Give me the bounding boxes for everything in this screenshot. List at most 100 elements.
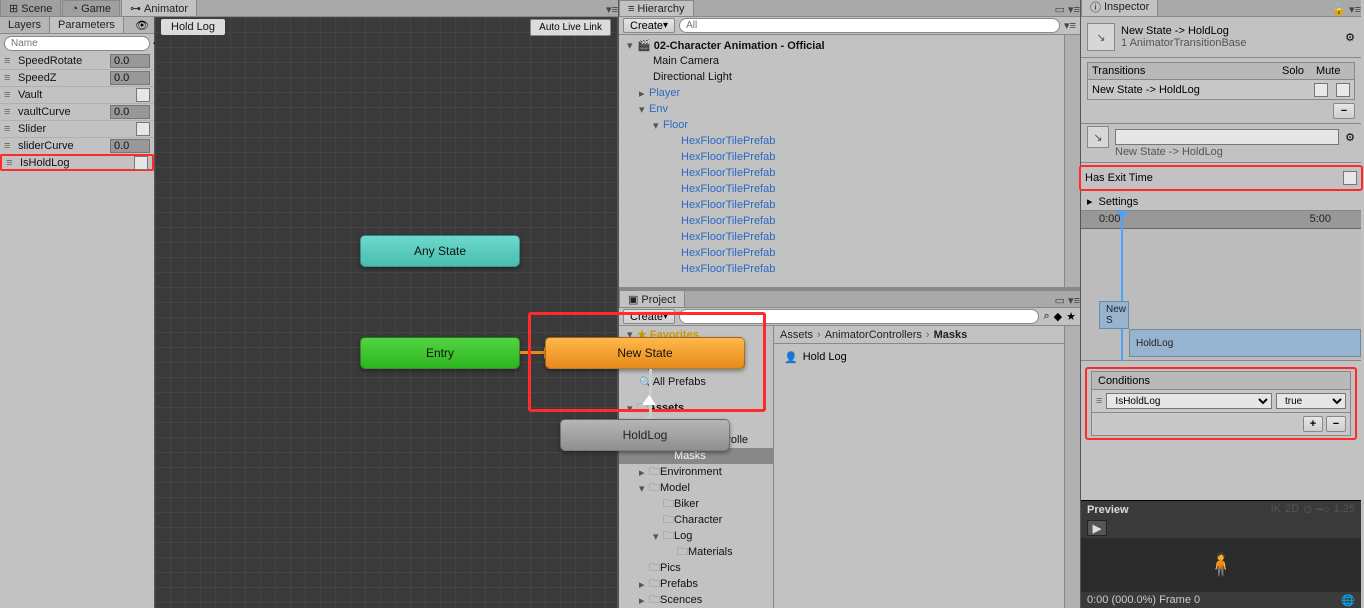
project-content[interactable]: 👤 Hold Log xyxy=(774,344,1064,608)
hierarchy-item[interactable]: Main Camera xyxy=(619,53,1064,69)
param-row-speedrotate[interactable]: ≡ SpeedRotate 0.0 xyxy=(0,53,154,70)
grip-icon[interactable]: ≡ xyxy=(4,106,16,118)
hierarchy-search-input[interactable] xyxy=(679,18,1060,33)
has-exit-time-checkbox[interactable] xyxy=(1343,171,1357,185)
preview-viewport[interactable]: 🧍 xyxy=(1081,538,1361,592)
transition-name-input[interactable] xyxy=(1115,129,1339,145)
project-folder[interactable]: 🗀 Biker xyxy=(619,496,773,512)
param-value-input[interactable]: 0.0 xyxy=(110,139,150,153)
project-folder[interactable]: ▸🗀 Environment xyxy=(619,464,773,480)
param-row-speedz[interactable]: ≡ SpeedZ 0.0 xyxy=(0,70,154,87)
param-value-input[interactable]: 0.0 xyxy=(110,54,150,68)
param-value-input[interactable]: 0.0 xyxy=(110,105,150,119)
2d-icon[interactable]: 2D xyxy=(1285,503,1299,516)
hierarchy-prefab[interactable]: HexFloorTilePrefab xyxy=(619,245,1064,261)
project-folder[interactable]: ▸🗀 Prefabs xyxy=(619,576,773,592)
maximize-icon[interactable]: ▭ xyxy=(1055,294,1065,307)
param-checkbox[interactable] xyxy=(136,122,150,136)
scene-root[interactable]: ▾🎬 02-Character Animation - Official xyxy=(619,37,1064,53)
param-value-input[interactable]: 0.0 xyxy=(110,71,150,85)
eye-icon[interactable]: 👁 xyxy=(130,17,154,33)
node-any-state[interactable]: Any State xyxy=(360,235,520,267)
transition-newstate-holdlog[interactable] xyxy=(649,369,652,419)
project-scrollbar[interactable] xyxy=(1064,326,1080,608)
tab-project[interactable]: ▣Project xyxy=(619,290,685,307)
grip-icon[interactable]: ≡ xyxy=(4,89,16,101)
tab-animator[interactable]: ⊶Animator xyxy=(121,0,197,16)
transition-timeline[interactable]: 0:00 5:00 New S HoldLog xyxy=(1081,211,1361,361)
speed-slider[interactable]: ━○ xyxy=(1316,503,1329,516)
hierarchy-item[interactable]: Directional Light xyxy=(619,69,1064,85)
param-checkbox[interactable] xyxy=(136,88,150,102)
hierarchy-prefab[interactable]: HexFloorTilePrefab xyxy=(619,133,1064,149)
node-new-state[interactable]: New State xyxy=(545,337,745,369)
tab-hierarchy[interactable]: ≡Hierarchy xyxy=(619,0,694,16)
mute-checkbox[interactable] xyxy=(1336,83,1350,97)
grip-icon[interactable]: ≡ xyxy=(1096,395,1102,407)
globe-icon[interactable]: 🌐 xyxy=(1341,594,1355,607)
project-folder[interactable]: 🗀 Pics xyxy=(619,560,773,576)
param-row-isholdlog[interactable]: ≡ IsHoldLog xyxy=(0,154,154,171)
hierarchy-create-button[interactable]: Create ▾ xyxy=(623,18,675,33)
subtab-layers[interactable]: Layers xyxy=(0,17,50,33)
hierarchy-prefab[interactable]: HexFloorTilePrefab xyxy=(619,165,1064,181)
hierarchy-scrollbar[interactable] xyxy=(1064,35,1080,287)
param-row-slider[interactable]: ≡ Slider xyxy=(0,121,154,138)
timeline-playhead[interactable] xyxy=(1121,211,1123,361)
solo-checkbox[interactable] xyxy=(1314,83,1328,97)
ik-icon[interactable]: IK xyxy=(1271,503,1281,516)
subtab-parameters[interactable]: Parameters xyxy=(50,17,124,33)
tab-inspector[interactable]: ⓘInspector xyxy=(1081,0,1158,16)
animator-graph[interactable]: Hold Log Auto Live Link Any State Entry … xyxy=(155,17,617,608)
project-breadcrumb[interactable]: Assets› AnimatorControllers› Masks xyxy=(774,326,1064,344)
node-entry[interactable]: Entry xyxy=(360,337,520,369)
pane-menu-icon[interactable]: ▾≡ xyxy=(1349,3,1361,16)
transition-row[interactable]: New State -> HoldLog xyxy=(1087,80,1355,100)
condition-param-select[interactable]: IsHoldLog xyxy=(1106,393,1272,409)
tab-scene[interactable]: ⊞Scene xyxy=(0,0,61,16)
grip-icon[interactable]: ≡ xyxy=(4,55,16,67)
grip-icon[interactable]: ≡ xyxy=(6,157,18,169)
filter-label-icon[interactable]: ★ xyxy=(1066,310,1076,323)
remove-transition-button[interactable]: − xyxy=(1333,103,1355,119)
remove-condition-button[interactable]: − xyxy=(1326,416,1346,432)
hierarchy-prefab[interactable]: HexFloorTilePrefab xyxy=(619,149,1064,165)
pane-menu-icon[interactable]: ▾≡ xyxy=(606,3,618,16)
hierarchy-prefab[interactable]: HexFloorTilePrefab xyxy=(619,261,1064,277)
hierarchy-prefab[interactable]: HexFloorTilePrefab xyxy=(619,181,1064,197)
grip-icon[interactable]: ≡ xyxy=(4,140,16,152)
pane-menu-icon[interactable]: ▾≡ xyxy=(1068,294,1080,307)
gear-icon[interactable]: ⚙ xyxy=(1345,131,1355,144)
filter-icon[interactable]: ⌕ xyxy=(1043,310,1049,323)
hierarchy-player[interactable]: ▸Player xyxy=(619,85,1064,101)
play-button[interactable]: ▶ xyxy=(1087,520,1107,536)
filter-type-icon[interactable]: ◆ xyxy=(1054,310,1062,323)
gear-icon[interactable]: ⚙ xyxy=(1345,31,1355,44)
project-item-holdlog[interactable]: 👤 Hold Log xyxy=(778,348,1060,366)
graph-breadcrumb[interactable]: Hold Log xyxy=(161,19,225,35)
project-folder[interactable]: ▾🗀 Model xyxy=(619,480,773,496)
project-folder[interactable]: 🗀 Materials xyxy=(619,544,773,560)
pane-menu-icon[interactable]: ▾≡ xyxy=(1068,3,1080,16)
param-checkbox[interactable] xyxy=(134,156,148,170)
hierarchy-prefab[interactable]: HexFloorTilePrefab xyxy=(619,213,1064,229)
auto-live-link-button[interactable]: Auto Live Link xyxy=(530,19,611,36)
timeline-clip-newstate[interactable]: New S xyxy=(1099,301,1129,329)
pivot-icon[interactable]: ⊙ xyxy=(1303,503,1312,516)
dropdown-icon[interactable]: ▾≡ xyxy=(1064,19,1076,32)
maximize-icon[interactable]: ▭ xyxy=(1055,3,1065,16)
project-folder[interactable]: 🗀 Character xyxy=(619,512,773,528)
timeline-clip-holdlog[interactable]: HoldLog xyxy=(1129,329,1361,357)
hierarchy-env[interactable]: ▾Env xyxy=(619,101,1064,117)
node-holdlog[interactable]: HoldLog xyxy=(560,419,730,451)
param-row-vault[interactable]: ≡ Vault xyxy=(0,87,154,104)
settings-label[interactable]: Settings xyxy=(1099,196,1139,208)
grip-icon[interactable]: ≡ xyxy=(4,72,16,84)
param-row-vaultcurve[interactable]: ≡ vaultCurve 0.0 xyxy=(0,104,154,121)
hierarchy-prefab[interactable]: HexFloorTilePrefab xyxy=(619,197,1064,213)
condition-value-select[interactable]: true xyxy=(1276,393,1346,409)
tab-game[interactable]: ◔Game xyxy=(62,0,120,16)
hierarchy-prefab[interactable]: HexFloorTilePrefab xyxy=(619,229,1064,245)
grip-icon[interactable]: ≡ xyxy=(4,123,16,135)
project-folder[interactable]: ▾🗀 Log xyxy=(619,528,773,544)
